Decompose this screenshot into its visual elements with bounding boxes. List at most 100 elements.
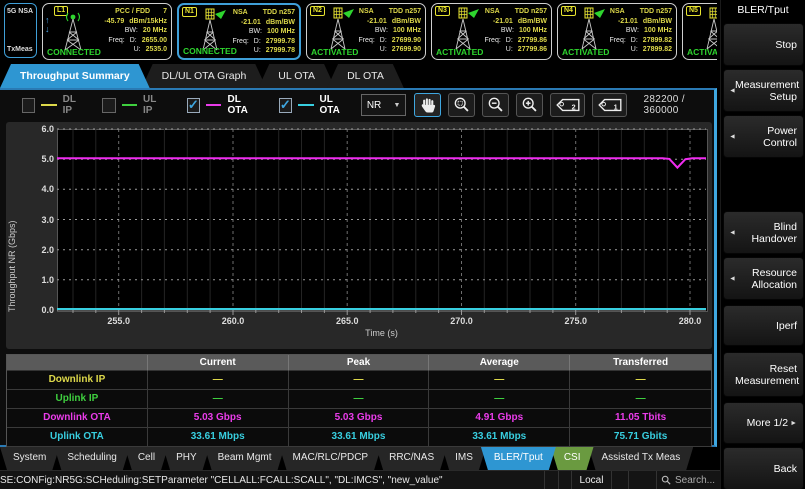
iperf-button[interactable]: Iperf <box>723 305 804 346</box>
cell-mode: PCC / FDD <box>115 7 150 17</box>
dl-label: D: <box>631 36 638 46</box>
cell-value: 33.61 Mbps <box>289 428 430 447</box>
tab-ul-ota[interactable]: UL OTA <box>258 64 335 88</box>
throughput-chart[interactable]: Throughput NR (Gbps) 0.01.02.03.04.05.06… <box>6 122 712 349</box>
more-pages-button[interactable]: More 1/2 ► <box>723 402 804 444</box>
marker-2-button[interactable]: 2 <box>550 93 585 117</box>
reset-measurement-button[interactable]: Reset Measurement <box>723 352 804 397</box>
tab-phy[interactable]: PHY <box>163 447 210 470</box>
tab-bler-tput[interactable]: BLER/Tput <box>481 447 556 470</box>
cell-box-n5[interactable]: N5 ACTIVATED <box>682 3 717 60</box>
cell-value: 4.91 Gbps <box>429 409 570 428</box>
blind-handover-button[interactable]: ◄ Blind Handover <box>723 211 804 254</box>
x-tick-label: 270.0 <box>439 316 483 326</box>
zoom-out-button[interactable] <box>482 93 509 117</box>
cell-status: ACTIVATED <box>436 47 483 57</box>
cell-value: — <box>570 371 711 390</box>
header-current: Current <box>148 355 289 371</box>
dl-ip-checkbox[interactable]: ✓ <box>22 98 35 113</box>
cell-value: 11.05 Tbits <box>570 409 711 428</box>
rat-select-dropdown[interactable]: NR ▼ <box>361 94 407 116</box>
tab-rrc-nas[interactable]: RRC/NAS <box>376 447 447 470</box>
dl-label: D: <box>254 37 261 47</box>
tab-csi[interactable]: CSI <box>551 447 594 470</box>
sample-counter: 282200 / 360000 <box>643 94 714 116</box>
cell-value: 5.03 Gbps <box>289 409 430 428</box>
cell-value: — <box>148 390 289 409</box>
back-button[interactable]: Back <box>723 447 804 489</box>
sidebar-title: BLER/Tput <box>721 0 805 20</box>
tab-ims[interactable]: IMS <box>442 447 486 470</box>
tab-throughput-summary[interactable]: Throughput Summary <box>0 64 150 88</box>
search-box[interactable]: Search... <box>656 471 720 489</box>
row-label: Downlink OTA <box>7 409 148 428</box>
dl-label: D: <box>380 36 387 46</box>
cell-box-n1[interactable]: N1 CONNECTED NSATDD n257 -21.01dBm/BW BW… <box>177 3 301 60</box>
tab-system[interactable]: System <box>0 447 59 470</box>
zoom-out-icon <box>487 96 505 114</box>
status-bar: SE:CONFig:NR5G:SCHeduling:SETParameter "… <box>0 470 720 489</box>
instrument-screen: 5G NSA TxMeas L1 ↑↓ CONNECTED PCC / FDD7… <box>0 0 805 489</box>
dl-ota-label: DL OTA <box>227 94 258 116</box>
dl-ota-line-swatch <box>206 104 222 106</box>
header-blank <box>7 355 148 371</box>
tab-assisted-tx-meas[interactable]: Assisted Tx Meas <box>589 447 694 470</box>
cell-info: PCC / FDD7 -45.79dBm/15kHz BW:20 MHz Fre… <box>104 7 167 55</box>
tab-beam-mgmt[interactable]: Beam Mgmt <box>205 447 285 470</box>
dl-freq: 27899.82 <box>643 36 672 46</box>
measurement-setup-button[interactable]: ◄ Measurement Setup <box>723 69 804 112</box>
antenna-tower-icon <box>699 7 717 51</box>
zoom-window-button[interactable] <box>448 93 475 117</box>
cell-value: 33.61 Mbps <box>429 428 570 447</box>
ul-label: U: <box>506 45 513 55</box>
cell-power: -21.01 <box>367 17 387 27</box>
marker-1-button[interactable]: 1 <box>592 93 627 117</box>
chart-plot-svg <box>57 129 706 317</box>
tab-scheduling[interactable]: Scheduling <box>54 447 129 470</box>
pan-hand-button[interactable] <box>414 93 441 117</box>
cell-band: TDD n257 <box>640 7 672 17</box>
cell-power-unit: dBm/BW <box>266 18 295 28</box>
x-tick-label: 255.0 <box>97 316 141 326</box>
zoom-in-button[interactable] <box>516 93 543 117</box>
cell-box-n2[interactable]: N2 ACTIVATED NSATDD n257 -21.01dBm/BW BW… <box>306 3 426 60</box>
dl-freq: 2655.00 <box>142 36 167 46</box>
ul-ip-checkbox[interactable]: ✓ <box>102 98 115 113</box>
ul-freq: 27799.86 <box>518 45 547 55</box>
resource-allocation-button[interactable]: ◄ Resource Allocation <box>723 257 804 300</box>
cell-info: NSATDD n257 -21.01dBm/BW BW:100 MHz Freq… <box>358 7 421 55</box>
tab-cell[interactable]: Cell <box>125 447 168 470</box>
cell-info: NSATDD n257 -21.01dBm/BW BW:100 MHz Freq… <box>232 8 295 56</box>
cell-status: ACTIVATED <box>562 47 609 57</box>
zoom-in-icon <box>521 96 539 114</box>
search-placeholder: Search... <box>675 475 715 486</box>
ul-label: U: <box>631 45 638 55</box>
bw-label: BW: <box>249 27 262 37</box>
stop-button[interactable]: Stop <box>723 23 804 66</box>
tab-mac-rlc-pdcp[interactable]: MAC/RLC/PDCP <box>280 447 382 470</box>
local-remote-indicator[interactable]: Local <box>571 471 611 489</box>
dl-ota-checkbox[interactable]: ✓ <box>187 98 200 113</box>
bw-label: BW: <box>125 26 138 36</box>
dl-freq: 27699.90 <box>392 36 421 46</box>
status-cell <box>611 471 628 489</box>
ul-ota-checkbox[interactable]: ✓ <box>279 98 292 113</box>
cell-box-n4[interactable]: N4 ACTIVATED NSATDD n257 -21.01dBm/BW BW… <box>557 3 677 60</box>
row-label: Downlink IP <box>7 371 148 390</box>
y-tick-label: 1.0 <box>22 275 54 285</box>
tab-dl-ota[interactable]: DL OTA <box>327 64 404 88</box>
power-control-button[interactable]: ◄ Power Control <box>723 115 804 158</box>
cell-box-l1[interactable]: L1 ↑↓ CONNECTED PCC / FDD7 -45.79dBm/15k… <box>42 3 172 60</box>
cell-info: NSATDD n257 -21.01dBm/BW BW:100 MHz Freq… <box>484 7 547 55</box>
ul-ip-line-swatch <box>122 104 137 106</box>
submenu-left-arrow-icon: ◄ <box>729 133 736 140</box>
cell-value: — <box>148 371 289 390</box>
tab-dlul-ota-graph[interactable]: DL/UL OTA Graph <box>142 64 267 88</box>
cell-box-n3[interactable]: N3 ACTIVATED NSATDD n257 -21.01dBm/BW BW… <box>431 3 552 60</box>
freq-label: Freq: <box>609 36 625 46</box>
softkey-sidebar: BLER/Tput Stop ◄ Measurement Setup ◄ Pow… <box>720 0 805 489</box>
legend-item-dl-ota: ✓ DL OTA <box>187 94 259 116</box>
legend-toolbar-row: ✓ DL IP ✓ UL IP ✓ DL OTA ✓ UL OTA NR <box>0 90 714 120</box>
row-label: Uplink IP <box>7 390 148 409</box>
row-label: Uplink OTA <box>7 428 148 447</box>
